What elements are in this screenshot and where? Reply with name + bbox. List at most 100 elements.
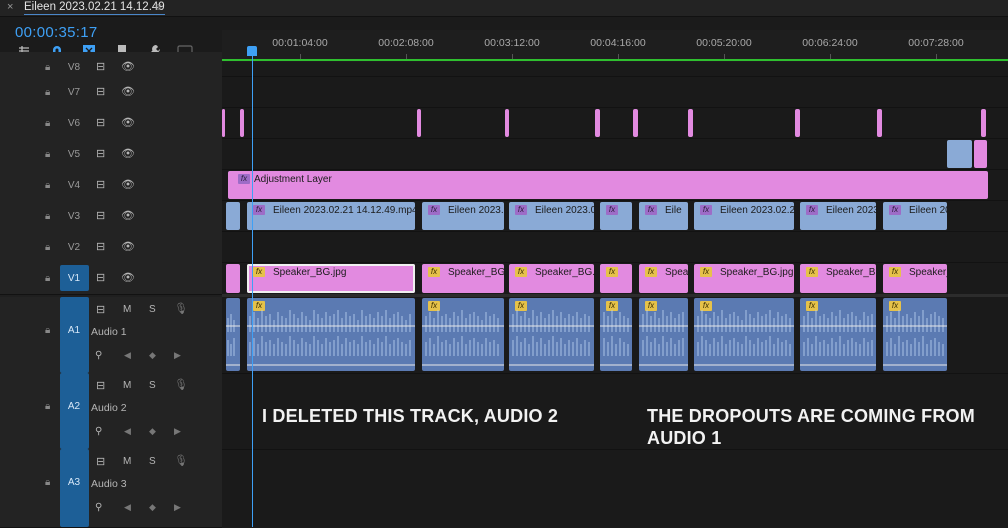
panel-menu-icon[interactable]: ≡	[155, 0, 162, 14]
video-clip[interactable]: fx Eileen 2023.02.21	[694, 202, 794, 230]
image-clip-selected[interactable]: fx Speaker_BG.jpg	[247, 264, 415, 293]
eye-icon[interactable]: 👁︎	[121, 116, 135, 129]
track-label[interactable]: V4	[62, 180, 86, 191]
clip[interactable]	[595, 109, 600, 137]
keyframe-icon[interactable]: ⚲	[95, 502, 102, 513]
toggle-sync-lock-icon[interactable]: ⊟	[96, 455, 105, 468]
track-label[interactable]: A2	[62, 401, 86, 412]
image-clip[interactable]: fx	[600, 264, 632, 293]
toggle-sync-lock-icon[interactable]: ⊟	[96, 271, 105, 284]
playhead-timecode[interactable]: 00:00:35:17	[15, 24, 98, 41]
next-keyframe-icon[interactable]: ▶	[174, 426, 181, 437]
next-keyframe-icon[interactable]: ▶	[174, 350, 181, 361]
microphone-icon[interactable]: 🎙︎	[174, 302, 188, 315]
toggle-sync-lock-icon[interactable]: ⊟	[96, 209, 105, 222]
clip[interactable]	[226, 202, 240, 230]
clip[interactable]	[688, 109, 693, 137]
next-keyframe-icon[interactable]: ▶	[174, 502, 181, 513]
microphone-icon[interactable]: 🎙︎	[174, 454, 188, 467]
clip[interactable]	[222, 109, 225, 137]
video-clip[interactable]: fx	[600, 202, 632, 230]
image-clip[interactable]: fx Speaker_BG.j	[422, 264, 504, 293]
clip[interactable]	[505, 109, 509, 137]
track-label[interactable]: A1	[62, 325, 86, 336]
eye-icon[interactable]: 👁︎	[121, 178, 135, 191]
sequence-tab[interactable]: Eileen 2023.02.21 14.12.49	[24, 1, 165, 15]
image-clip[interactable]: fx Speaker_	[883, 264, 947, 293]
clip[interactable]	[633, 109, 638, 137]
video-clip[interactable]: fx Eileen 2023.	[800, 202, 876, 230]
clip[interactable]	[947, 140, 972, 168]
solo-button[interactable]: S	[149, 456, 156, 467]
eye-icon[interactable]: 👁︎	[121, 271, 135, 284]
lock-icon[interactable]: 🔒︎	[45, 149, 50, 160]
track-label[interactable]: V2	[62, 242, 86, 253]
track-label[interactable]: V6	[62, 118, 86, 129]
work-area-bar[interactable]	[222, 59, 1008, 61]
toggle-sync-lock-icon[interactable]: ⊟	[96, 116, 105, 129]
add-keyframe-icon[interactable]: ◆	[149, 350, 156, 361]
toggle-sync-lock-icon[interactable]: ⊟	[96, 60, 105, 73]
mute-button[interactable]: M	[123, 456, 131, 467]
add-keyframe-icon[interactable]: ◆	[149, 426, 156, 437]
eye-icon[interactable]: 👁︎	[121, 240, 135, 253]
lock-icon[interactable]: 🔒︎	[45, 211, 50, 222]
lock-icon[interactable]: 🔒︎	[45, 325, 50, 336]
clip[interactable]	[981, 109, 986, 137]
track-label[interactable]: V3	[62, 211, 86, 222]
eye-icon[interactable]: 👁︎	[121, 147, 135, 160]
video-clip[interactable]: fx Eileen 20	[883, 202, 947, 230]
lock-icon[interactable]: 🔒︎	[45, 401, 50, 412]
mute-button[interactable]: M	[123, 380, 131, 391]
eye-icon[interactable]: 👁︎	[121, 209, 135, 222]
clip[interactable]	[226, 264, 240, 293]
video-clip[interactable]: fx Eile	[639, 202, 688, 230]
lock-icon[interactable]: 🔒︎	[45, 477, 50, 488]
video-clip[interactable]: fx Eileen 2023.02.21 14.12.49.mp4 [V]	[247, 202, 415, 230]
prev-keyframe-icon[interactable]: ◀	[124, 350, 131, 361]
toggle-sync-lock-icon[interactable]: ⊟	[96, 178, 105, 191]
adjustment-layer-clip[interactable]: fx Adjustment Layer	[228, 171, 988, 199]
clip[interactable]	[974, 140, 987, 168]
close-tab-icon[interactable]: ×	[7, 1, 13, 13]
playhead-line[interactable]	[252, 52, 253, 527]
clip[interactable]	[877, 109, 882, 137]
time-ruler[interactable]: 00:01:04:00 00:02:08:00 00:03:12:00 00:0…	[222, 30, 1008, 62]
lock-icon[interactable]: 🔒︎	[45, 180, 50, 191]
lock-icon[interactable]: 🔒︎	[45, 62, 50, 73]
video-clip[interactable]: fx Eileen 2023.0	[422, 202, 504, 230]
toggle-sync-lock-icon[interactable]: ⊟	[96, 303, 105, 316]
lock-icon[interactable]: 🔒︎	[45, 242, 50, 253]
lock-icon[interactable]: 🔒︎	[45, 118, 50, 129]
keyframe-icon[interactable]: ⚲	[95, 426, 102, 437]
timeline-tracks[interactable]: fx Adjustment Layer fx Eileen 2023.02.21…	[222, 62, 1008, 527]
track-label[interactable]: V8	[62, 62, 86, 73]
track-name[interactable]: Audio 1	[91, 326, 127, 338]
image-clip[interactable]: fx Speaker_BG	[800, 264, 876, 293]
image-clip[interactable]: fx Speaker_BG.jp	[509, 264, 594, 293]
toggle-sync-lock-icon[interactable]: ⊟	[96, 147, 105, 160]
source-patch-a3[interactable]	[60, 449, 89, 527]
track-label[interactable]: A3	[62, 477, 86, 488]
add-keyframe-icon[interactable]: ◆	[149, 502, 156, 513]
eye-icon[interactable]: 👁︎	[121, 85, 135, 98]
prev-keyframe-icon[interactable]: ◀	[124, 426, 131, 437]
track-label[interactable]: V7	[62, 87, 86, 98]
clip[interactable]	[417, 109, 421, 137]
lock-icon[interactable]: 🔒︎	[45, 273, 50, 284]
solo-button[interactable]: S	[149, 304, 156, 315]
mute-button[interactable]: M	[123, 304, 131, 315]
video-clip[interactable]: fx Eileen 2023.02	[509, 202, 594, 230]
track-label[interactable]: V1	[62, 273, 86, 284]
eye-icon[interactable]: 👁︎	[121, 60, 135, 73]
track-label[interactable]: V5	[62, 149, 86, 160]
clip[interactable]	[240, 109, 244, 137]
toggle-sync-lock-icon[interactable]: ⊟	[96, 240, 105, 253]
track-name[interactable]: Audio 3	[91, 478, 127, 490]
solo-button[interactable]: S	[149, 380, 156, 391]
image-clip[interactable]: fx Spea	[639, 264, 688, 293]
image-clip[interactable]: fx Speaker_BG.jpg	[694, 264, 794, 293]
clip[interactable]	[795, 109, 800, 137]
toggle-sync-lock-icon[interactable]: ⊟	[96, 379, 105, 392]
toggle-sync-lock-icon[interactable]: ⊟	[96, 85, 105, 98]
